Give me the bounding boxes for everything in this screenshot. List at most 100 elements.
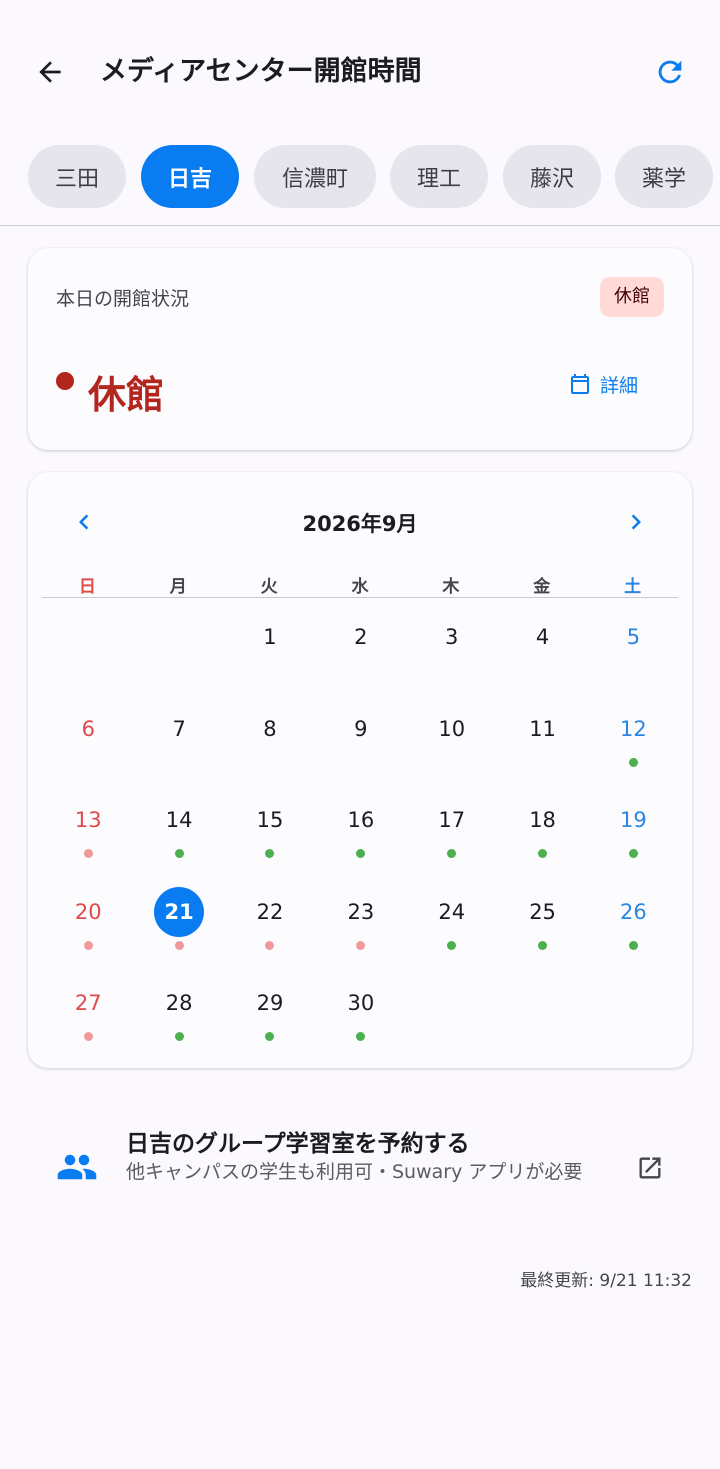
calendar-day-number: 6	[81, 716, 95, 741]
closed-day-dot	[83, 849, 93, 858]
open-day-dot	[628, 757, 638, 767]
next-month-button[interactable]	[618, 504, 654, 540]
calendar-day-number: 23	[347, 899, 375, 924]
calendar-day[interactable]: 15	[224, 788, 317, 879]
calendar-day[interactable]: 1	[224, 605, 317, 696]
open-day-dot	[628, 849, 638, 858]
weekday-tue: 火	[260, 577, 278, 597]
calendar-day-number: 3	[445, 625, 459, 649]
campus-chip-label: 日吉	[167, 166, 212, 192]
detail-label: 詳細	[600, 374, 639, 397]
calendar-day-number: 13	[74, 808, 102, 832]
campus-chip-label: 三田	[54, 166, 99, 192]
calendar-day[interactable]: 29	[224, 971, 317, 1062]
calendar-day[interactable]: 25	[496, 880, 589, 971]
calendar-day-number: 15	[256, 808, 284, 832]
calendar-day[interactable]: 30	[315, 971, 408, 1062]
calendar-day[interactable]: 11	[496, 697, 589, 788]
campus-chip-hiyoshi[interactable]: 日吉	[141, 145, 239, 208]
calendar-day[interactable]: 17	[405, 788, 498, 879]
weekday-divider	[42, 597, 678, 598]
calendar-icon	[571, 374, 589, 394]
calendar-day[interactable]: 16	[315, 788, 408, 879]
app-bar: メディアセンター開館時間	[0, 0, 720, 145]
calendar-day-number: 4	[535, 625, 550, 649]
open-day-dot	[265, 1032, 275, 1041]
group-study-booking[interactable]: 日吉のグループ学習室を予約する 他キャンパスの学生も利用可・Suwary アプリ…	[0, 1100, 720, 1230]
campus-chip-shinanomachi[interactable]: 信濃町	[254, 145, 376, 208]
weekday-header: 日 月 火 水 木 金 土	[42, 572, 678, 598]
calendar-day[interactable]: 26	[587, 880, 680, 971]
open-day-dot	[447, 849, 457, 858]
open-day-dot	[174, 1032, 184, 1041]
calendar-day[interactable]: 5	[587, 605, 680, 696]
calendar-day[interactable]: 24	[405, 880, 498, 971]
calendar-day-number: 17	[438, 808, 466, 832]
open-day-dot	[447, 940, 457, 950]
calendar-day[interactable]: 18	[496, 788, 589, 879]
calendar-day-number: 28	[165, 991, 193, 1015]
chevron-right-icon	[631, 514, 641, 530]
calendar-day[interactable]: 2	[315, 605, 408, 696]
calendar-day[interactable]: 4	[496, 605, 589, 696]
today-status-card: 本日の開館状況 休館 休館 詳細	[28, 248, 692, 450]
calendar-day-number: 5	[626, 625, 641, 649]
back-button[interactable]	[28, 50, 72, 94]
calendar-day[interactable]: 9	[315, 697, 408, 788]
calendar-day[interactable]: 12	[587, 697, 680, 788]
closed-day-dot	[265, 940, 275, 950]
calendar-day[interactable]: 21	[133, 880, 226, 971]
calendar-month-title: 2026年9月	[302, 512, 418, 536]
weekday-mon: 月	[169, 577, 187, 597]
status-badge: 休館	[600, 277, 664, 317]
campus-chip-label: 藤沢	[529, 166, 574, 192]
booking-subtitle: 他キャンパスの学生も利用可・Suwary アプリが必要	[126, 1161, 583, 1183]
weekday-fri: 金	[533, 577, 551, 597]
calendar-day-number: 16	[347, 808, 375, 832]
calendar-day[interactable]: 28	[133, 971, 226, 1062]
calendar-day[interactable]: 27	[42, 971, 135, 1062]
campus-tabs: 三田 日吉 信濃町 理工 藤沢 薬学	[28, 145, 720, 209]
weekday-sun: 日	[78, 577, 96, 597]
calendar-card: 2026年9月 日 月 火 水 木 金 土 1 2 3 4 5 6 7 8 9 10 11 12 13 1…	[28, 472, 692, 1068]
campus-chip-mita[interactable]: 三田	[28, 145, 126, 208]
calendar-day-number: 14	[165, 808, 193, 832]
campus-chip-riko[interactable]: 理工	[390, 145, 488, 208]
calendar-day[interactable]: 10	[405, 697, 498, 788]
open-day-dot	[174, 849, 184, 858]
open-day-dot	[628, 940, 638, 950]
campus-chip-label: 薬学	[641, 166, 686, 192]
calendar-day[interactable]: 19	[587, 788, 680, 879]
calendar-day[interactable]: 22	[224, 880, 317, 971]
refresh-button[interactable]	[648, 50, 692, 94]
refresh-icon	[658, 60, 682, 84]
tabs-divider	[0, 225, 720, 226]
open-day-dot	[538, 849, 548, 858]
campus-chip-fujisawa[interactable]: 藤沢	[503, 145, 601, 208]
campus-chip-label: 信濃町	[281, 166, 348, 192]
calendar-day-number: 10	[438, 716, 466, 741]
calendar-day[interactable]: 13	[42, 788, 135, 879]
calendar-day-number: 24	[438, 899, 466, 924]
calendar-day-number: 29	[256, 991, 284, 1015]
calendar-day[interactable]: 20	[42, 880, 135, 971]
campus-chip-yakugaku[interactable]: 薬学	[615, 145, 713, 208]
calendar-day-number: 26	[620, 899, 647, 924]
calendar-day[interactable]: 8	[224, 697, 317, 788]
arrow-back-icon	[39, 61, 61, 83]
calendar-day-number: 8	[263, 716, 277, 741]
calendar-day-number: 2	[354, 625, 368, 649]
booking-title: 日吉のグループ学習室を予約する	[126, 1131, 470, 1157]
page-title: メディアセンター開館時間	[100, 56, 422, 87]
calendar-day-number: 7	[172, 716, 186, 741]
weekday-wed: 水	[351, 577, 369, 597]
detail-button[interactable]: 詳細	[568, 364, 638, 404]
calendar-day[interactable]: 3	[405, 605, 498, 696]
calendar-day[interactable]: 14	[133, 788, 226, 879]
weekday-sat: 土	[624, 577, 642, 597]
calendar-day[interactable]: 6	[42, 697, 135, 788]
open-day-dot	[538, 940, 548, 950]
calendar-day-number: 20	[74, 899, 102, 924]
calendar-day[interactable]: 23	[315, 880, 408, 971]
calendar-day[interactable]: 7	[133, 697, 226, 788]
